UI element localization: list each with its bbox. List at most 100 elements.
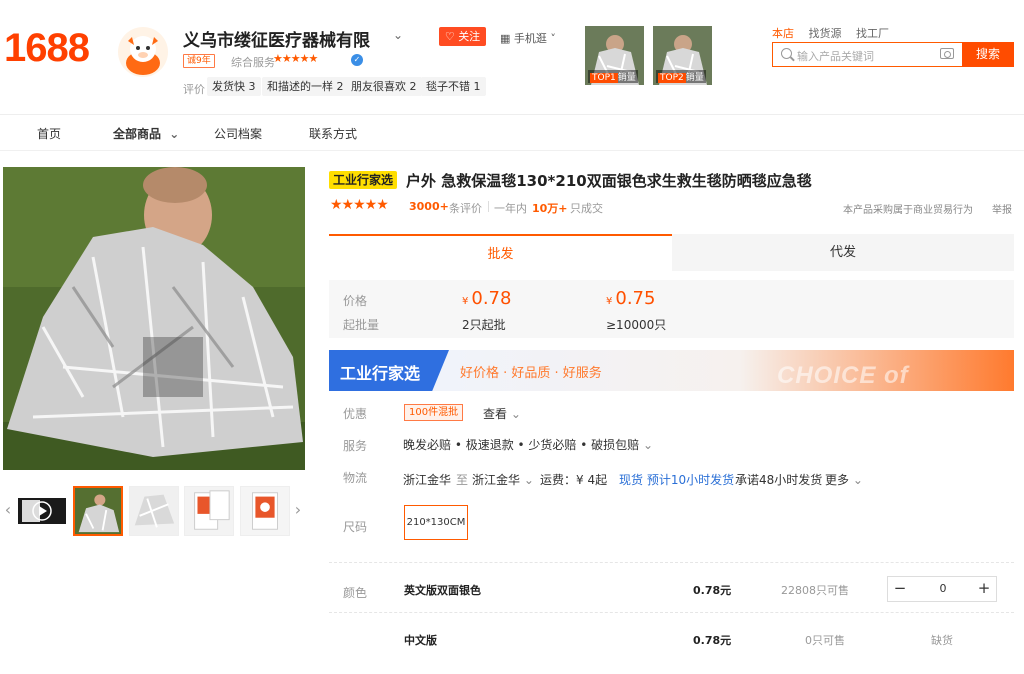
gallery-thumb[interactable] xyxy=(184,486,234,536)
follow-button[interactable]: ♡ 关注 xyxy=(439,27,486,46)
years-badge: 诚9年 xyxy=(183,54,215,68)
review-tag[interactable]: 毯子不错 1 xyxy=(421,77,486,96)
view-label: 查看 xyxy=(483,407,508,421)
banner-title: 工业行家选 xyxy=(340,364,421,383)
eval-label[interactable]: 条评价 xyxy=(449,200,482,216)
shop-avatar[interactable] xyxy=(118,27,168,77)
promo-tag: 100件混批 xyxy=(404,404,464,421)
view-discount-link[interactable]: 查看 ⌄ xyxy=(483,405,521,422)
search-scope-tabs: 本店 找货源 找工厂 xyxy=(772,25,900,41)
expert-choice-banner[interactable]: 工业行家选 好价格 · 好品质 · 好服务 CHOICE of EXPERT xyxy=(329,350,1014,391)
top-product-thumb[interactable]: TOP2 销量 xyxy=(653,26,712,85)
year-sales-count: 10万+ xyxy=(532,202,568,215)
mobile-browse-link[interactable]: ▦ 手机逛 ˅ xyxy=(500,30,556,46)
sku-name: 英文版双面银色 xyxy=(404,584,481,597)
site-logo[interactable]: 1688 xyxy=(4,26,90,71)
divider xyxy=(329,562,1014,563)
year-label: 一年内 xyxy=(494,202,527,215)
service-label: 服务 xyxy=(343,439,368,453)
ship-to-word: 至 xyxy=(456,473,469,487)
shop-name[interactable]: 义乌市缕征医疗器械有限 xyxy=(183,26,370,51)
ship-to-selector[interactable]: 浙江金华 ⌄ xyxy=(472,471,534,488)
mobile-browse-label: 手机逛 xyxy=(513,32,547,45)
decrease-button[interactable]: − xyxy=(888,577,912,601)
moq-tier-1: 2只起批 xyxy=(462,318,506,332)
gallery-thumb-image xyxy=(75,488,121,534)
freight: 运费：¥ 4起 xyxy=(540,473,608,487)
nav-company-profile[interactable]: 公司档案 xyxy=(214,125,262,142)
increase-button[interactable]: + xyxy=(972,577,996,601)
review-label: 评价 xyxy=(183,83,205,96)
gallery-thumb[interactable] xyxy=(240,486,290,536)
search-input[interactable]: 输入产品关键词 xyxy=(772,42,962,67)
chevron-down-icon: ⌄ xyxy=(642,438,654,452)
camera-icon[interactable] xyxy=(940,48,954,59)
gallery-thumb[interactable] xyxy=(129,486,179,536)
color-label: 颜色 xyxy=(343,586,368,600)
tab-wholesale[interactable]: 批发 xyxy=(329,234,672,271)
search-button[interactable]: 搜索 xyxy=(962,42,1014,67)
stock-shipping[interactable]: 现货 预计10小时发货 xyxy=(619,471,734,488)
tab-dropship[interactable]: 代发 xyxy=(672,234,1014,271)
ship-promise: 承诺48小时发货 xyxy=(735,473,823,487)
top-rank-tag: TOP2 销量 xyxy=(656,70,706,83)
price-tier-1: ¥0.78 xyxy=(462,288,511,309)
rating-stars: ★★★★★ xyxy=(330,197,389,213)
price-panel: 价格 起批量 ¥0.78 2只起批 ¥0.75 ≥10000只 xyxy=(329,280,1014,338)
review-tag[interactable]: 朋友很喜欢 2 xyxy=(346,77,422,96)
eval-count[interactable]: 3000+ xyxy=(409,200,449,213)
gallery-thumb[interactable] xyxy=(73,486,123,536)
chevron-down-icon: ⌄ xyxy=(523,473,534,487)
banner-title-block: 工业行家选 xyxy=(329,350,449,391)
out-of-stock-label: 缺货 xyxy=(931,634,953,647)
comp-service-stars: ★★★★★ xyxy=(273,52,318,65)
top-rank-tag: TOP1 销量 xyxy=(588,70,638,83)
scope-tab-find-source[interactable]: 找货源 xyxy=(809,27,842,40)
quantity-value[interactable]: 0 xyxy=(923,582,963,595)
nav-contact[interactable]: 联系方式 xyxy=(309,125,357,142)
nav-all-products[interactable]: 全部商品 ⌄ xyxy=(113,125,179,142)
price-value: 0.75 xyxy=(615,288,656,309)
currency-symbol: ¥ xyxy=(606,296,613,307)
product-title: 户外 急救保温毯130*210双面银色求生救生毯防晒毯应急毯 xyxy=(406,172,812,190)
size-label: 尺码 xyxy=(343,520,368,534)
sku-stock: 0只可售 xyxy=(805,634,845,647)
sku-name: 中文版 xyxy=(404,634,437,647)
more-logistics[interactable]: 更多 ⌄ xyxy=(825,471,863,488)
grid-icon: ▦ xyxy=(500,32,511,45)
price-value: 0.78 xyxy=(471,288,512,309)
banner-slogan: 好价格 · 好品质 · 好服务 xyxy=(460,366,602,381)
main-product-image[interactable] xyxy=(3,167,305,470)
chevron-down-icon: ⌄ xyxy=(510,407,521,421)
review-tag[interactable]: 和描述的一样 2 xyxy=(262,77,349,96)
divider xyxy=(488,201,489,212)
report-link[interactable]: 举报 xyxy=(992,201,1012,216)
review-tag[interactable]: 发货快 3 xyxy=(207,77,261,96)
purchase-tabs: 批发 代发 xyxy=(329,234,1014,271)
video-thumb[interactable] xyxy=(18,486,66,536)
gallery-thumb-image xyxy=(130,487,178,535)
size-option[interactable]: 210*130CM xyxy=(404,505,468,540)
shop-nav: 首页 全部商品 ⌄ 公司档案 联系方式 xyxy=(0,115,1024,151)
discount-label: 优惠 xyxy=(343,407,368,421)
price-label: 价格 xyxy=(343,294,368,308)
play-icon xyxy=(18,498,66,524)
search-placeholder: 输入产品关键词 xyxy=(797,50,874,63)
top-product-thumb[interactable]: TOP1 销量 xyxy=(585,26,644,85)
arrow-left-icon[interactable]: ‹ xyxy=(1,498,15,522)
divider xyxy=(329,612,1014,613)
verify-icon[interactable]: ✓ xyxy=(351,54,363,66)
search-icon xyxy=(781,48,792,59)
shop-header: 1688 义乌市缕征医疗器械有限 ⌄ ♡ 关注 ▦ 手机逛 ˅ 诚9年 综合服务… xyxy=(0,0,1024,115)
banner-english: CHOICE of EXPERT xyxy=(777,362,909,391)
service-guarantees[interactable]: 晚发必赔 • 极速退款 • 少货必赔 • 破损包赔 ⌄ xyxy=(403,436,653,453)
moq-tier-2: ≥10000只 xyxy=(606,318,667,332)
scope-tab-find-factory[interactable]: 找工厂 xyxy=(856,27,889,40)
year-sales-unit: 只成交 xyxy=(570,202,603,215)
arrow-right-icon[interactable]: › xyxy=(291,498,305,522)
chevron-down-icon[interactable]: ⌄ xyxy=(393,28,403,42)
scope-tab-this-shop[interactable]: 本店 xyxy=(772,27,794,40)
nav-home[interactable]: 首页 xyxy=(37,125,61,142)
price-tier-2: ¥0.75 xyxy=(606,288,655,309)
moq-label: 起批量 xyxy=(343,318,380,332)
